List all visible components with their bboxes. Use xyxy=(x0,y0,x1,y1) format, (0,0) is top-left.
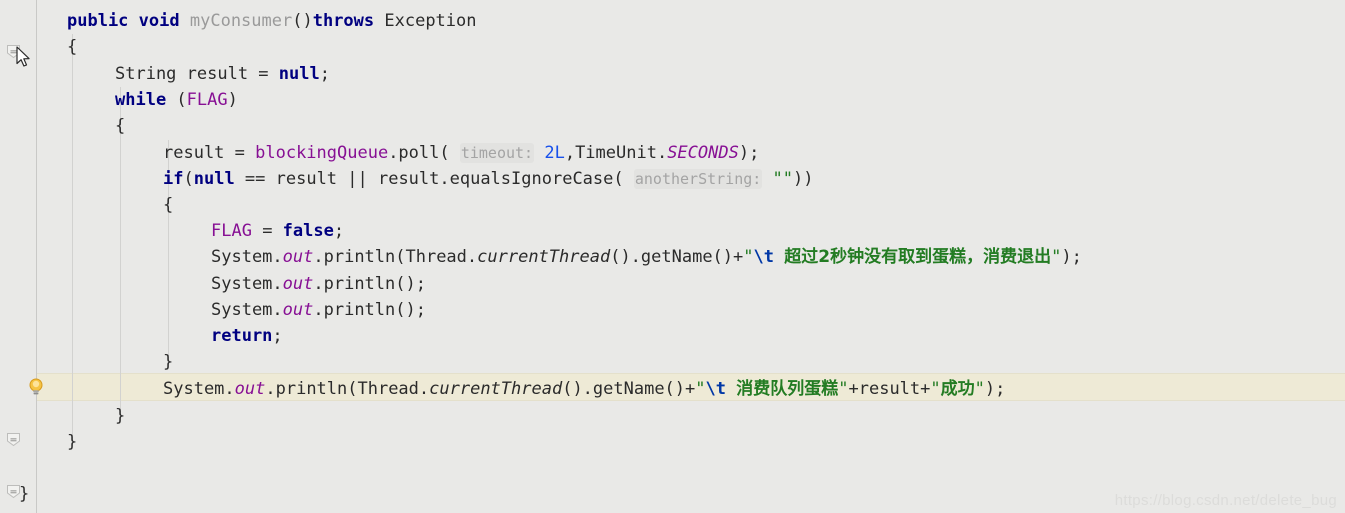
code-token: " xyxy=(695,379,706,399)
code-token: ( xyxy=(166,90,187,110)
code-editor-viewport: public void myConsumer()throws Exception… xyxy=(0,0,1345,513)
line-method-open-brace[interactable]: { xyxy=(0,34,77,60)
line-while-open-brace[interactable]: { xyxy=(0,113,125,139)
code-token: false xyxy=(282,221,334,241)
code-token: while xyxy=(115,90,167,110)
code-text-layer[interactable]: public void myConsumer()throws Exception… xyxy=(0,0,1345,513)
code-token: )) xyxy=(793,169,814,189)
code-token: } xyxy=(19,484,30,504)
code-token: ); xyxy=(984,379,1006,399)
line-println-empty-1[interactable]: System.out.println(); xyxy=(0,271,426,297)
code-token: result = xyxy=(163,143,256,163)
code-token: out xyxy=(282,274,314,294)
code-token: } xyxy=(115,406,126,426)
code-token: ); xyxy=(1061,247,1082,267)
line-if-close-brace[interactable]: } xyxy=(0,349,173,375)
line-poll-queue[interactable]: result = blockingQueue.poll( timeout: 2L… xyxy=(0,140,759,166)
code-token: public xyxy=(67,11,129,31)
code-token: 成功 xyxy=(940,379,975,399)
code-token: ) xyxy=(227,90,238,110)
code-token: ; xyxy=(333,221,345,241)
code-token: .println(); xyxy=(313,300,426,320)
code-token: ; xyxy=(319,64,330,84)
code-token: == result || result.equalsIgnoreCase( xyxy=(234,169,634,189)
code-token: void xyxy=(138,11,180,31)
code-token: () xyxy=(292,11,313,31)
code-token: " xyxy=(743,247,754,267)
code-token: ,TimeUnit. xyxy=(564,143,668,163)
code-token: " xyxy=(930,379,941,399)
code-token: .println(Thread. xyxy=(313,247,478,267)
code-token: \t xyxy=(753,247,774,267)
line-println-empty-2[interactable]: System.out.println(); xyxy=(0,297,426,323)
code-token: ); xyxy=(738,143,760,163)
code-token: FLAG xyxy=(186,90,228,110)
code-token: 2L xyxy=(544,143,565,163)
code-token: FLAG xyxy=(211,221,252,241)
code-token: ; xyxy=(272,326,283,346)
line-if-null-check[interactable]: if(null == result || result.equalsIgnore… xyxy=(0,166,814,192)
line-println-consume-message[interactable]: System.out.println(Thread.currentThread(… xyxy=(0,376,1005,402)
code-token: return xyxy=(211,326,273,346)
code-token: SECONDS xyxy=(667,143,739,163)
line-while-close-brace[interactable]: } xyxy=(0,403,125,429)
code-token: " xyxy=(1051,247,1062,267)
code-token: 超过2秒钟没有取到蛋糕，消费退出 xyxy=(784,247,1052,267)
code-token: null xyxy=(278,64,320,84)
line-if-open-brace[interactable]: { xyxy=(0,192,173,218)
code-token: } xyxy=(67,432,78,452)
code-token: } xyxy=(163,352,174,372)
code-token: out xyxy=(282,247,314,267)
code-token: currentThread xyxy=(429,379,563,399)
code-token: currentThread xyxy=(477,247,611,267)
line-method-signature[interactable]: public void myConsumer()throws Exception xyxy=(0,8,477,34)
line-println-timeout-message[interactable]: System.out.println(Thread.currentThread(… xyxy=(0,244,1082,270)
code-token: 消费队列蛋糕 xyxy=(736,379,839,399)
code-token: System. xyxy=(211,247,283,267)
code-token: System. xyxy=(163,379,235,399)
code-token: .println(Thread. xyxy=(265,379,430,399)
line-class-close-brace[interactable]: } xyxy=(0,481,29,507)
code-token: { xyxy=(115,116,126,136)
code-token: String result = xyxy=(115,64,279,84)
line-method-close-brace[interactable]: } xyxy=(0,429,77,455)
code-token: blockingQueue xyxy=(255,143,389,163)
code-token: Exception xyxy=(374,11,477,31)
code-token: " xyxy=(974,379,985,399)
code-token: " xyxy=(838,379,849,399)
code-token: myConsumer xyxy=(189,11,293,31)
line-return[interactable]: return; xyxy=(0,323,283,349)
code-token: System. xyxy=(211,300,283,320)
code-token: { xyxy=(163,195,174,215)
code-token: ().getName()+ xyxy=(610,247,744,267)
code-token: ().getName()+ xyxy=(562,379,696,399)
watermark: https://blog.csdn.net/delete_bug xyxy=(1114,492,1337,509)
code-token: anotherString: xyxy=(633,169,763,189)
code-token: if xyxy=(163,169,184,189)
code-token: .poll( xyxy=(388,143,460,163)
line-set-flag-false[interactable]: FLAG = false; xyxy=(0,218,344,244)
line-while-flag[interactable]: while (FLAG) xyxy=(0,87,238,113)
code-token: System. xyxy=(211,274,283,294)
code-token: out xyxy=(234,379,266,399)
code-token: = xyxy=(251,221,283,241)
code-token: \t xyxy=(705,379,726,399)
code-token: ( xyxy=(183,169,194,189)
code-token: out xyxy=(282,300,314,320)
line-declare-result[interactable]: String result = null; xyxy=(0,61,330,87)
code-token: .println(); xyxy=(313,274,426,294)
code-token: +result+ xyxy=(848,379,931,399)
code-token: null xyxy=(193,169,235,189)
code-token: throws xyxy=(312,11,375,31)
code-token: { xyxy=(67,37,78,57)
code-token: "" xyxy=(772,169,794,189)
code-token: timeout: xyxy=(459,143,535,163)
mouse-pointer-icon xyxy=(16,46,32,68)
